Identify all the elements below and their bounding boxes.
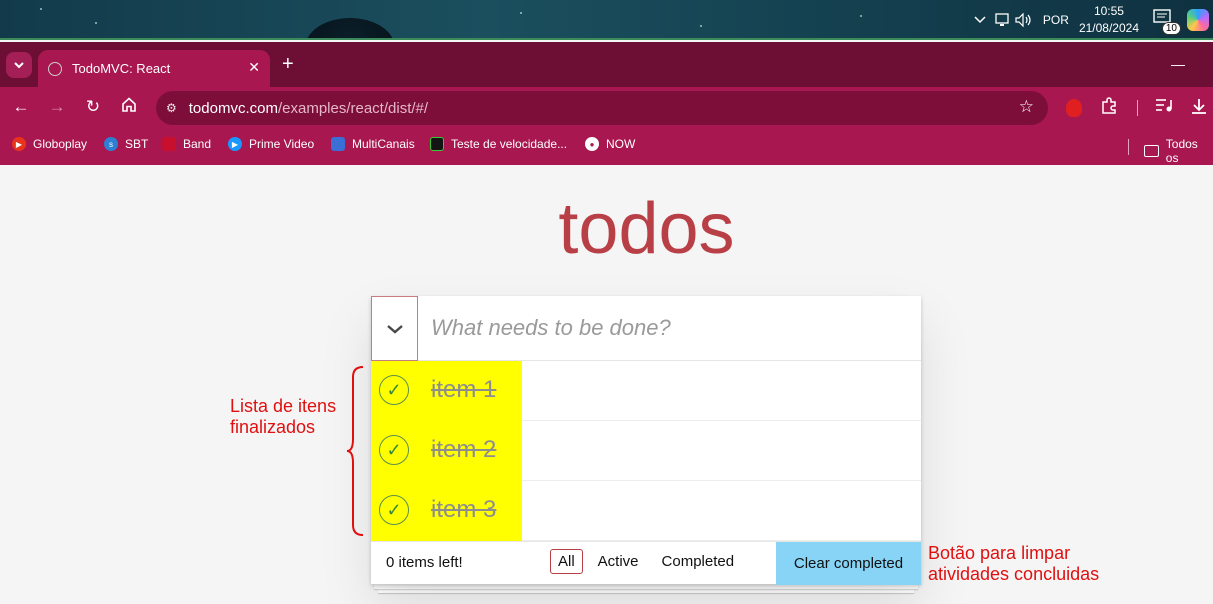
extensions-puzzle-icon[interactable] <box>1100 97 1118 120</box>
bookmark-speedtest[interactable]: Teste de velocidade... <box>430 137 567 151</box>
bookmarks-bar: ▶ Globoplay s SBT Band ▶ Prime Video Mul… <box>0 129 1213 165</box>
browser-toolbar: ← → ↻ ⚙ todomvc.com/examples/react/dist/… <box>0 87 1213 129</box>
todo-item: ✓ item 2 <box>371 421 921 481</box>
annotation-line: Lista de itens <box>230 396 337 416</box>
home-icon[interactable] <box>118 97 140 117</box>
bookmark-label: SBT <box>125 137 149 151</box>
globoplay-icon: ▶ <box>12 137 26 151</box>
wallpaper-star <box>520 12 522 14</box>
bookmark-label: Prime Video <box>249 137 315 151</box>
tab-title: TodoMVC: React <box>72 61 171 76</box>
todo-item: ✓ item 3 <box>371 481 921 541</box>
band-icon <box>162 137 176 151</box>
browser-tab-active[interactable]: TodoMVC: React ✕ <box>38 50 270 87</box>
brace-annotation <box>346 366 364 536</box>
completed-checkbox[interactable]: ✓ <box>379 375 409 405</box>
close-icon[interactable]: ✕ <box>248 59 260 76</box>
todo-label[interactable]: item 1 <box>431 376 496 404</box>
back-arrow-icon[interactable]: ← <box>10 97 32 117</box>
clock[interactable]: 10:55 21/08/2024 <box>1079 3 1139 37</box>
notification-badge: 10 <box>1161 22 1181 35</box>
system-tray: POR 10:55 21/08/2024 10 <box>969 0 1213 40</box>
annotation-line: finalizados <box>230 417 316 437</box>
annotation-line: Botão para limpar <box>928 543 1071 563</box>
wallpaper-planet <box>305 18 395 40</box>
site-settings-icon[interactable]: ⚙ <box>166 101 177 115</box>
completed-checkbox[interactable]: ✓ <box>379 435 409 465</box>
completed-checkbox[interactable]: ✓ <box>379 495 409 525</box>
forward-arrow-icon[interactable]: → <box>46 97 68 117</box>
bookmark-prime-video[interactable]: ▶ Prime Video <box>228 137 314 151</box>
browser-tabstrip: TodoMVC: React ✕ + — <box>0 42 1213 87</box>
bookmark-globoplay[interactable]: ▶ Globoplay <box>12 137 87 151</box>
page-title: todos <box>558 189 735 269</box>
filter-all[interactable]: All <box>550 549 583 574</box>
download-icon[interactable] <box>1190 97 1208 120</box>
new-tab-button[interactable]: + <box>282 54 294 74</box>
tab-search-button[interactable] <box>6 52 32 78</box>
new-todo-input[interactable]: What needs to be done? <box>431 315 671 341</box>
volume-icon[interactable] <box>1015 11 1033 29</box>
bookmark-star-icon[interactable]: ☆ <box>1019 97 1034 117</box>
bookmarks-divider <box>1128 139 1129 155</box>
language-indicator[interactable]: POR <box>1043 13 1069 27</box>
network-icon[interactable] <box>993 11 1011 29</box>
wallpaper-star <box>95 22 97 24</box>
desktop-taskbar: POR 10:55 21/08/2024 10 <box>0 0 1213 40</box>
todo-label[interactable]: item 3 <box>431 496 496 524</box>
folder-icon <box>1144 145 1159 157</box>
bookmark-label: Teste de velocidade... <box>451 137 568 151</box>
bookmark-band[interactable]: Band <box>162 137 211 151</box>
clear-completed-button[interactable]: Clear completed <box>776 542 921 585</box>
tv-icon <box>331 137 345 151</box>
annotation-line: atividades concluidas <box>928 564 1100 584</box>
clock-date: 21/08/2024 <box>1078 21 1139 35</box>
bookmark-now[interactable]: ● NOW <box>585 137 635 151</box>
wallpaper-star <box>40 8 42 10</box>
wallpaper-star <box>700 25 702 27</box>
address-bar[interactable]: ⚙ todomvc.com/examples/react/dist/#/ ☆ <box>156 91 1048 125</box>
todo-app: What needs to be done? ✓ item 1 ✓ item 2… <box>371 296 921 585</box>
prime-video-icon: ▶ <box>228 137 242 151</box>
todo-list: ✓ item 1 ✓ item 2 ✓ item 3 <box>371 361 921 541</box>
notifications-icon[interactable]: 10 <box>1153 9 1181 35</box>
toolbar-divider <box>1137 100 1138 116</box>
globe-icon: ● <box>585 137 599 151</box>
url-host: todomvc.com <box>188 99 278 117</box>
bookmark-label: MultiCanais <box>352 137 415 151</box>
items-left-count: 0 items left! <box>386 554 463 571</box>
todo-label[interactable]: item 2 <box>431 436 496 464</box>
adblock-extension-icon[interactable] <box>1066 99 1082 117</box>
sbt-icon: s <box>104 137 118 151</box>
folder-label: Todos os <box>1165 137 1198 165</box>
globe-icon <box>48 61 62 76</box>
filter-completed[interactable]: Completed <box>654 549 743 574</box>
annotation-list-note: Lista de itens finalizados <box>230 396 336 438</box>
todo-footer: 0 items left! All Active Completed Clear… <box>371 541 921 585</box>
filter-active[interactable]: Active <box>590 549 647 574</box>
chevron-up-icon[interactable] <box>971 11 989 29</box>
minimize-button[interactable]: — <box>1171 56 1185 72</box>
copilot-icon[interactable] <box>1187 9 1209 31</box>
speedtest-icon <box>430 137 444 151</box>
url-path: /examples/react/dist/#/ <box>277 99 429 117</box>
wallpaper-star <box>860 15 862 17</box>
bookmark-sbt[interactable]: s SBT <box>104 137 148 151</box>
todo-stack-layer <box>378 589 914 593</box>
toggle-all-button[interactable] <box>371 296 418 361</box>
bookmark-label: Band <box>183 137 212 151</box>
bookmark-label: NOW <box>606 137 636 151</box>
annotation-clear-note: Botão para limpar atividades concluidas <box>928 543 1099 585</box>
clock-time: 10:55 <box>1093 4 1124 18</box>
todo-item: ✓ item 1 <box>371 361 921 421</box>
media-queue-icon[interactable] <box>1155 97 1173 118</box>
bookmark-multicanais[interactable]: MultiCanais <box>331 137 415 151</box>
bookmarks-folder[interactable]: Todos os <box>1144 137 1213 165</box>
filters: All Active Completed <box>550 549 749 574</box>
todo-header: What needs to be done? <box>371 296 921 361</box>
reload-icon[interactable]: ↻ <box>82 97 104 117</box>
bookmark-label: Globoplay <box>33 137 88 151</box>
